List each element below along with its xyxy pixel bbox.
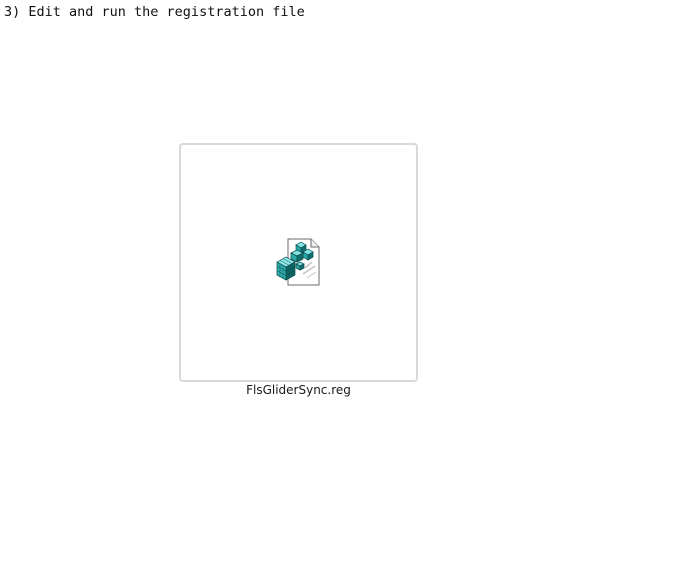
step-heading: 3) Edit and run the registration file bbox=[4, 4, 305, 20]
attachment-file-name[interactable]: FlsGliderSync.reg bbox=[179, 382, 418, 398]
file-thumbnail-tile[interactable] bbox=[179, 143, 418, 382]
registry-file-icon bbox=[276, 238, 320, 286]
